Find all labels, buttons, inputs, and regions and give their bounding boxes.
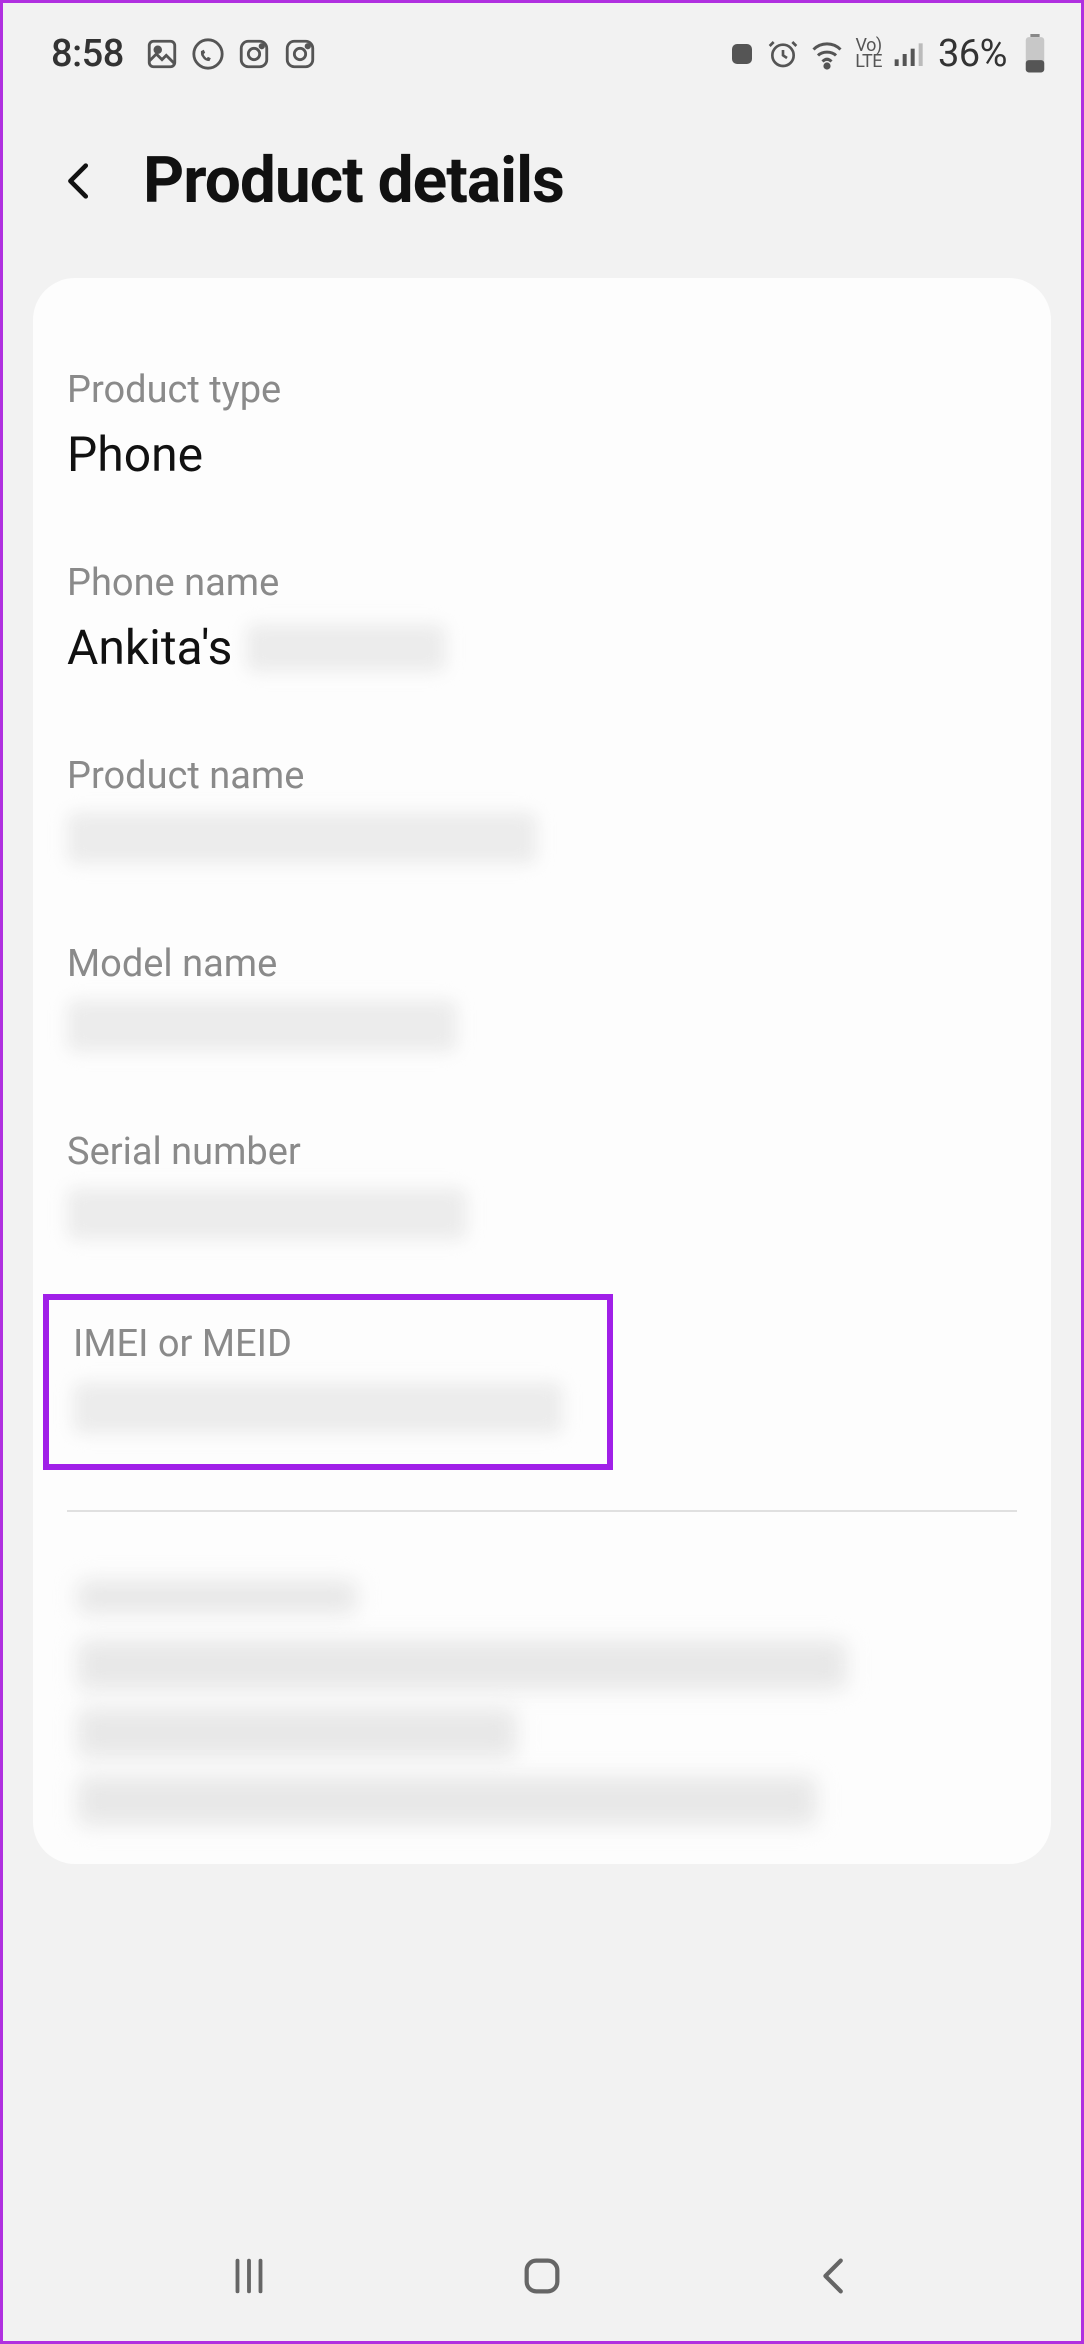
product-type-value: Phone [67,426,1017,483]
navigation-bar [3,2211,1081,2341]
serial-number-redacted [67,1188,467,1240]
recents-button[interactable] [214,2241,284,2311]
imei-label: IMEI or MEID [73,1322,583,1366]
product-name-redacted [67,812,537,864]
product-name-field: Product name [67,754,1017,864]
serial-number-field: Serial number [67,1130,1017,1240]
phone-name-label: Phone name [67,561,1017,605]
specs-line-1-redacted [77,1640,847,1690]
status-time: 8:58 [51,32,124,76]
model-name-field: Model name [67,942,1017,1052]
imei-value [73,1382,583,1434]
nav-back-button[interactable] [800,2241,870,2311]
phone-name-value: Ankita's [67,619,1017,676]
gallery-icon [144,36,180,72]
serial-number-label: Serial number [67,1130,1017,1174]
product-name-label: Product name [67,754,1017,798]
volte-icon: Vo)LTE [855,38,882,70]
battery-percent: 36% [938,32,1007,76]
specs-line-2-redacted [77,1708,517,1758]
status-right: Vo)LTE 36% [727,32,1047,76]
model-name-label: Model name [67,942,1017,986]
imei-field: IMEI or MEID [73,1322,583,1434]
additional-info-section [67,1580,1017,1864]
imei-highlight-box: IMEI or MEID [43,1294,613,1470]
product-type-label: Product type [67,368,1017,412]
status-bar: 8:58 Vo)LTE 36% [3,3,1081,93]
phone-name-field: Phone name Ankita's [67,561,1017,676]
model-name-value [67,1000,1017,1052]
page-header: Product details [3,93,1081,278]
whatsapp-icon [190,36,226,72]
product-type-field: Product type Phone [67,368,1017,483]
specs-label-redacted [77,1580,357,1614]
wifi-icon [809,36,845,72]
page-title: Product details [143,143,564,218]
imei-redacted [73,1382,563,1434]
phone-name-prefix: Ankita's [67,619,232,676]
divider [67,1510,1017,1512]
specs-line-3-redacted [77,1776,817,1826]
status-left: 8:58 [51,32,318,76]
model-name-redacted [67,1000,457,1052]
home-button[interactable] [507,2241,577,2311]
serial-number-value [67,1188,1017,1240]
phone-name-redacted [246,624,446,672]
product-name-value [67,812,1017,864]
details-card: Product type Phone Phone name Ankita's P… [33,278,1051,1864]
instagram-icon [236,36,272,72]
instagram-icon-2 [282,36,318,72]
signal-icon [892,38,924,70]
battery-icon [1023,34,1047,74]
duo-icon [727,39,757,69]
back-button[interactable] [57,158,103,204]
alarm-icon [767,38,799,70]
